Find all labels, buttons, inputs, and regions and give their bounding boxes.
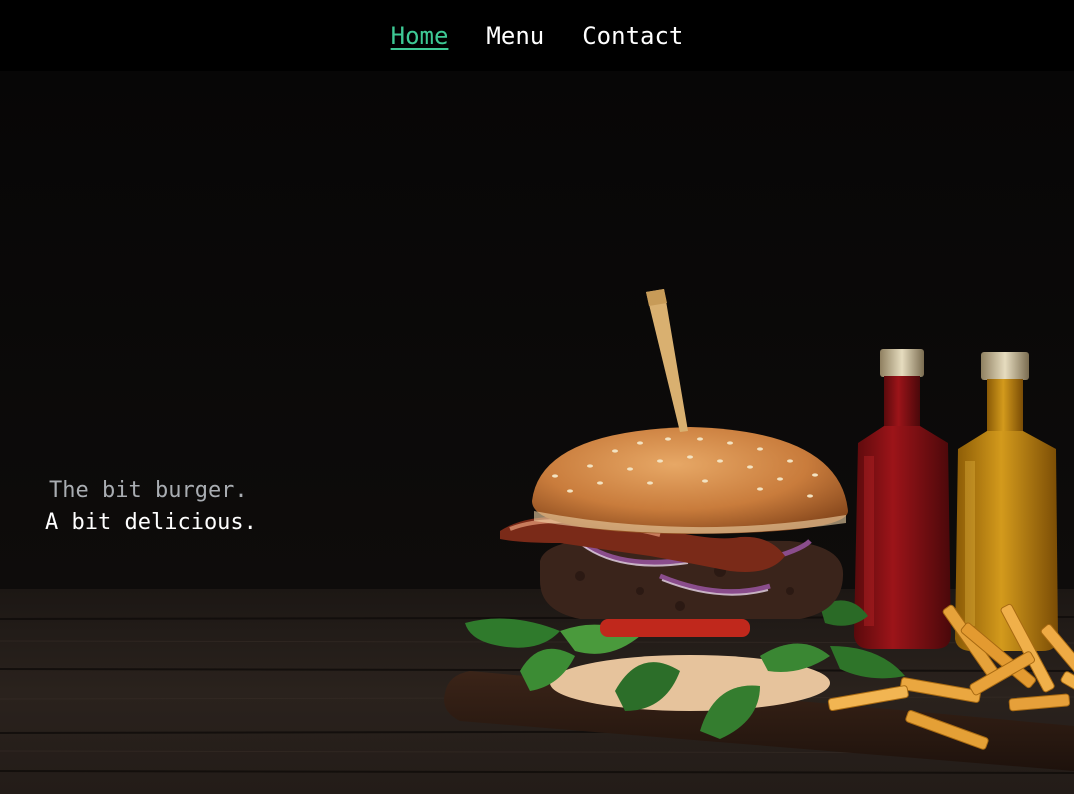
hero-image [0,71,1074,794]
nav-link-contact[interactable]: Contact [582,22,683,50]
hero-tagline: The bit burger. A bit delicious. [45,475,257,539]
nav-link-home[interactable]: Home [391,22,449,50]
nav-link-menu[interactable]: Menu [486,22,544,50]
tagline-line-2: A bit delicious. [45,510,257,535]
top-navbar: Home Menu Contact [0,0,1074,71]
hero-banner: The bit burger. A bit delicious. [0,71,1074,794]
tagline-line-1: The bit burger. [49,478,248,503]
